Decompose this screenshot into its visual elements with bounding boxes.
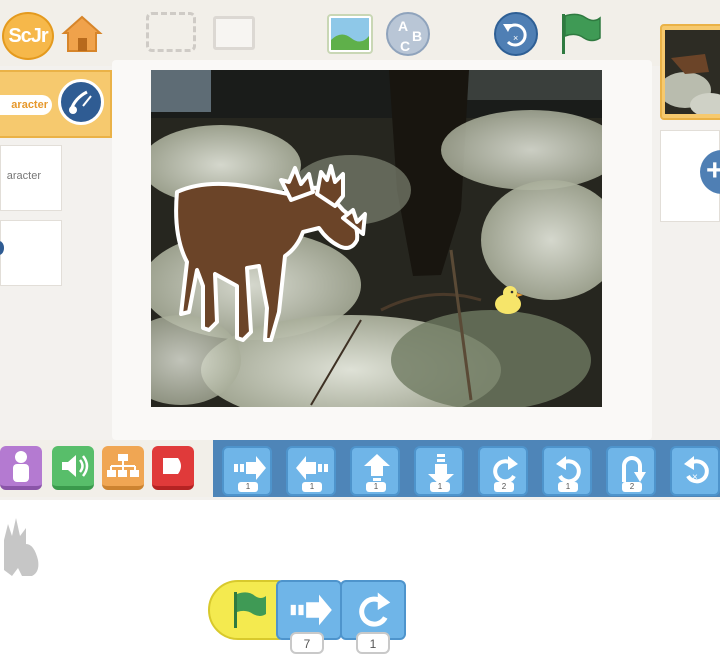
svg-text:×: ×	[692, 472, 698, 483]
text-letter-b: B	[412, 28, 423, 44]
svg-text:×: ×	[513, 33, 518, 43]
block-count-label: 1	[238, 482, 258, 492]
paint-editor-icon[interactable]	[58, 79, 104, 125]
turn-right-block[interactable]: 2	[478, 446, 528, 496]
hop-block[interactable]: 2	[606, 446, 656, 496]
script-turn-right-block[interactable]	[340, 580, 406, 640]
text-letter-c: C	[400, 38, 411, 54]
turn-amount-input[interactable]: 1	[356, 632, 390, 654]
turn-left-block[interactable]: 1	[542, 446, 592, 496]
home-icon[interactable]	[60, 11, 104, 55]
script-move-right-block[interactable]	[276, 580, 342, 640]
stage-canvas[interactable]	[151, 70, 602, 407]
end-category-button[interactable]	[152, 446, 194, 490]
character-card-empty[interactable]	[0, 220, 62, 286]
go-home-block[interactable]: ×	[670, 446, 720, 496]
scene-preview-image	[665, 30, 720, 114]
character-name-label[interactable]: aracter	[0, 95, 52, 115]
character-card[interactable]: aracter	[0, 145, 62, 211]
fullscreen-button[interactable]	[146, 12, 196, 52]
chick-sprite[interactable]	[490, 284, 524, 316]
block-count-label: 2	[622, 482, 642, 492]
move-left-block[interactable]: 1	[286, 446, 336, 496]
moose-sprite[interactable]	[167, 162, 377, 352]
text-abc-icon[interactable]: A B C	[386, 12, 430, 56]
looks-category-button[interactable]	[0, 446, 42, 490]
block-count-label: 1	[558, 482, 578, 492]
grid-toggle-button[interactable]	[213, 16, 255, 50]
move-down-block[interactable]: 1	[414, 446, 464, 496]
move-right-block[interactable]: 1	[222, 446, 272, 496]
moose-ghost-icon	[4, 518, 39, 576]
green-flag-icon[interactable]	[556, 10, 602, 56]
reset-characters-icon[interactable]: ×	[494, 12, 538, 56]
background-picture-icon[interactable]	[327, 14, 373, 54]
block-count-label: 2	[494, 482, 514, 492]
move-amount-input[interactable]: 7	[290, 632, 324, 654]
block-count-label: 1	[366, 482, 386, 492]
text-letter-a: A	[398, 18, 409, 34]
block-count-label: 1	[430, 482, 450, 492]
sound-category-button[interactable]	[52, 446, 94, 490]
control-category-button[interactable]	[102, 446, 144, 490]
move-up-block[interactable]: 1	[350, 446, 400, 496]
scratchjr-logo[interactable]: ScJr	[2, 12, 54, 60]
when-flag-clicked-block[interactable]	[208, 580, 286, 640]
block-count-label: 1	[302, 482, 322, 492]
